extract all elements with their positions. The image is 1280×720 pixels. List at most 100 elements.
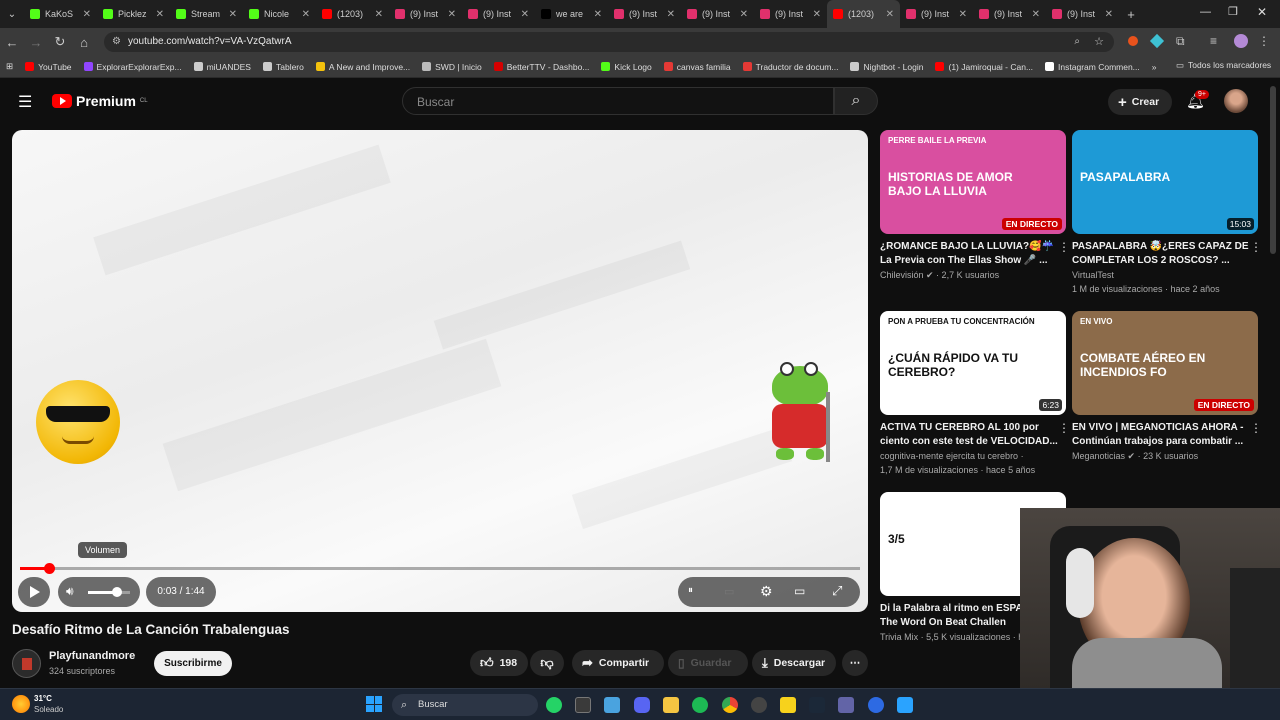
media-icon[interactable]: ≡ [1210,34,1217,48]
autoplay-toggle-icon[interactable]: ⏸ [688,585,693,596]
profile-avatar[interactable] [1234,34,1248,48]
close-window-icon[interactable]: ✕ [1257,5,1267,19]
discord-icon[interactable] [634,697,650,713]
create-button[interactable]: + Crear [1108,89,1172,115]
sticky-notes-icon[interactable] [780,697,796,713]
close-tab-icon[interactable]: ✕ [886,9,894,20]
browser-tab[interactable]: (1203) ✕ [827,0,900,28]
site-info-icon[interactable]: ⚙ [112,32,121,52]
bookmark-item[interactable]: miUANDES [188,62,257,72]
close-tab-icon[interactable]: ✕ [1105,9,1113,20]
bookmark-item[interactable]: (1) Jamiroquai - Can... [929,62,1039,72]
like-button[interactable]: 👍︎ 198 [470,650,528,676]
volume-slider[interactable] [88,591,130,594]
bookmark-item[interactable]: Traductor de docum... [737,62,845,72]
youtube-logo[interactable]: Premium CL [52,93,148,109]
app-icon[interactable] [897,697,913,713]
more-actions-button[interactable]: ⋯ [842,650,868,676]
more-options-icon[interactable]: ⋮ [1058,421,1070,435]
browser-tab[interactable]: Stream ✕ [170,0,243,28]
tab-search-icon[interactable]: ⌄ [0,9,24,20]
bookmark-item[interactable]: canvas familia [658,62,737,72]
recommended-video[interactable]: PON A PRUEBA TU CONCENTRACIÓN ¿CUÁN RÁPID… [880,311,1070,477]
video-thumbnail[interactable]: EN VIVO COMBATE AÉREO EN INCENDIOS FO EN D… [1072,311,1258,415]
dislike-button[interactable]: 👎︎ [530,650,564,676]
windows-start-icon[interactable] [366,696,382,712]
browser-tab[interactable]: we are ✕ [535,0,608,28]
close-tab-icon[interactable]: ✕ [448,9,456,20]
browser-tab[interactable]: (9) Inst ✕ [608,0,681,28]
subtitles-icon[interactable]: ▭ [724,585,734,598]
volume-control[interactable]: 🔊︎ [58,577,140,607]
more-options-icon[interactable]: ⋮ [1250,421,1262,435]
browser-tab[interactable]: KaKoS ✕ [24,0,97,28]
menu-kebab-icon[interactable]: ⋮ [1258,34,1270,48]
bookmark-item[interactable]: Instagram Commen... [1039,62,1146,72]
notepad-icon[interactable] [604,697,620,713]
recommended-video[interactable]: PERRE BAILE LA PREVIA HISTORIAS DE AMOR B… [880,130,1070,282]
save-button[interactable]: ▯ Guardar [668,650,748,676]
fullscreen-icon[interactable]: ⤢ [832,583,842,599]
close-tab-icon[interactable]: ✕ [1032,9,1040,20]
extension-icon[interactable] [1128,36,1138,46]
forward-icon[interactable]: → [24,35,48,50]
address-bar[interactable]: ⚙ youtube.com/watch?v=VA-VzQatwrA ☆ ⌕ [104,32,1114,52]
teams-icon[interactable] [838,697,854,713]
browser-tab[interactable]: (9) Inst ✕ [973,0,1046,28]
browser-tab[interactable]: (9) Inst ✕ [681,0,754,28]
video-thumbnail[interactable]: PERRE BAILE LA PREVIA HISTORIAS DE AMOR B… [880,130,1066,234]
apps-grid-icon[interactable]: ⊞ [0,61,19,72]
bookmark-item[interactable]: Tablero [257,62,310,72]
browser-tab[interactable]: (9) Inst ✕ [1046,0,1119,28]
close-tab-icon[interactable]: ✕ [813,9,821,20]
terminal-icon[interactable] [575,697,591,713]
search-button[interactable]: ⌕ [834,87,878,115]
share-button[interactable]: ➦ Compartir [572,650,664,676]
steam-icon[interactable] [809,697,825,713]
download-button[interactable]: ⤓ Descargar [752,650,836,676]
video-thumbnail[interactable]: PASAPALABRA 15:03 [1072,130,1258,234]
spotify-icon[interactable] [692,697,708,713]
close-tab-icon[interactable]: ✕ [959,9,967,20]
account-avatar[interactable] [1224,89,1248,113]
progress-bar[interactable] [20,567,860,570]
whatsapp-icon[interactable] [546,697,562,713]
browser-tab[interactable]: (9) Inst ✕ [389,0,462,28]
channel-name[interactable]: Playfunandmore [49,650,135,662]
browser-tab[interactable]: (9) Inst ✕ [754,0,827,28]
zoom-icon[interactable]: ⌕ [1074,32,1080,52]
video-player[interactable]: Volumen 🔊︎ 0:03 / 1:44 ⏸ ▭ ⚙ ▭ ⤢ [12,130,868,612]
bookmark-item[interactable]: SWD | Inicio [416,62,488,72]
maximize-icon[interactable]: ❐ [1228,5,1238,18]
new-tab-icon[interactable]: + [1119,7,1143,22]
home-icon[interactable]: ⌂ [72,35,96,50]
all-bookmarks[interactable]: ▭ Todos los marcadores [1176,60,1271,71]
recommendation-title[interactable]: ¿ROMANCE BAJO LA LLUVIA?🥰☔ La Previa con… [880,240,1066,268]
video-thumbnail[interactable]: PON A PRUEBA TU CONCENTRACIÓN ¿CUÁN RÁPID… [880,311,1066,415]
more-options-icon[interactable]: ⋮ [1250,240,1262,254]
bookmark-item[interactable]: Nightbot - Login [844,62,929,72]
back-icon[interactable]: ← [0,35,24,50]
reload-icon[interactable]: ↻ [48,34,72,50]
bookmark-item[interactable]: BetterTTV - Dashbo... [488,62,596,72]
bookmark-item[interactable]: ExplorarExplorarExp... [78,62,188,72]
browser-tab[interactable]: Picklez ✕ [97,0,170,28]
more-options-icon[interactable]: ⋮ [1058,240,1070,254]
play-button[interactable] [18,577,50,607]
taskbar-search[interactable]: ⌕ Buscar [392,694,538,716]
close-tab-icon[interactable]: ✕ [302,9,310,20]
theater-mode-icon[interactable]: ▭ [794,584,805,598]
more-bookmarks-icon[interactable]: » [1146,62,1163,72]
close-tab-icon[interactable]: ✕ [375,9,383,20]
volume-knob[interactable] [112,587,123,597]
recommendation-title[interactable]: EN VIVO | MEGANOTICIAS AHORA - Continúan… [1072,421,1258,449]
settings-gear-icon[interactable]: ⚙ [760,583,773,600]
hamburger-menu-icon[interactable]: ☰ [18,92,32,112]
recommended-video[interactable]: EN VIVO COMBATE AÉREO EN INCENDIOS FO EN D… [1072,311,1262,463]
search-input[interactable]: Buscar [402,87,834,115]
browser-tab[interactable]: (9) Inst ✕ [462,0,535,28]
weather-sun-icon[interactable] [12,695,30,713]
close-tab-icon[interactable]: ✕ [156,9,164,20]
close-tab-icon[interactable]: ✕ [521,9,529,20]
minimize-icon[interactable]: — [1200,6,1211,18]
